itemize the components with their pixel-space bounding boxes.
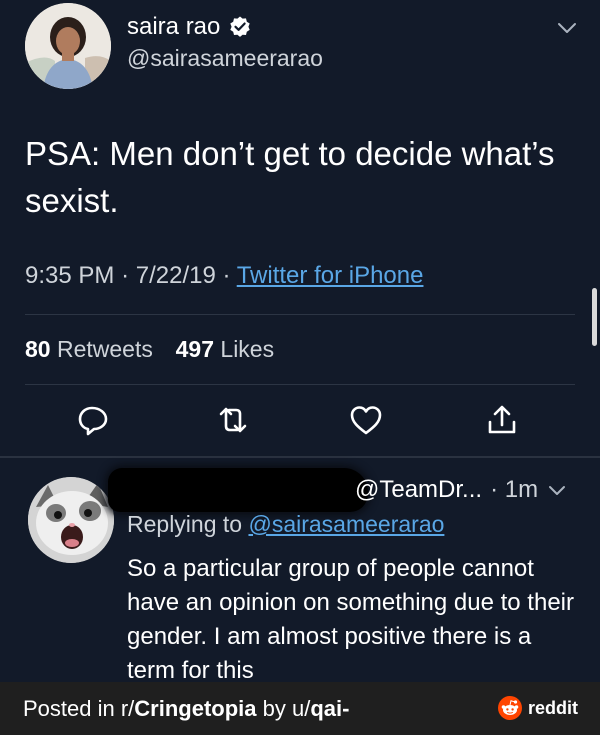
thread-separator (0, 456, 600, 458)
reply-avatar[interactable] (28, 477, 114, 563)
redacted-name (108, 468, 368, 512)
reddit-logo: reddit (497, 696, 578, 720)
tweet-text: PSA: Men don’t get to decide what’s sexi… (25, 135, 555, 219)
author-name[interactable]: saira rao (127, 13, 220, 41)
retweets-stat[interactable]: 80 Retweets (25, 336, 153, 362)
likes-stat[interactable]: 497 Likes (176, 336, 274, 362)
reply-text: So a particular group of people cannot h… (127, 555, 574, 684)
tweet-stats: 80 Retweets 497 Likes (25, 336, 274, 363)
reddit-wordmark: reddit (527, 697, 578, 718)
reply-icon[interactable] (75, 402, 111, 438)
author-handle[interactable]: @sairasameerarao (127, 45, 323, 72)
replying-mention-link[interactable]: @sairasameerarao (248, 511, 444, 537)
tweet-time: 9:35 PM (25, 262, 115, 289)
retweet-icon[interactable] (215, 402, 251, 438)
footer-middle: by u/ (256, 695, 311, 721)
retweets-label: Retweets (56, 336, 153, 362)
chevron-down-icon[interactable] (548, 484, 566, 496)
tweet-source-link[interactable]: Twitter for iPhone (237, 262, 424, 289)
like-icon[interactable] (348, 402, 384, 438)
verified-badge-icon (230, 16, 251, 37)
tweet-meta: 9:35 PM · 7/22/19 · Twitter for iPhone (25, 262, 423, 290)
retweets-count: 80 (25, 336, 51, 362)
subreddit-name[interactable]: Cringetopia (134, 696, 256, 721)
tweet-date: 7/22/19 (135, 262, 216, 289)
reddit-alien-icon (497, 696, 522, 720)
replying-prefix: Replying to (127, 511, 243, 537)
divider (25, 314, 575, 315)
reddit-footer: Posted in r/Cringetopia by u/qai- reddit (0, 682, 600, 735)
main-tweet: saira rao @sairasameerarao PSA: Men don’… (0, 0, 600, 460)
author-avatar[interactable] (25, 3, 111, 89)
reply-time: · 1m (490, 476, 539, 503)
share-icon[interactable] (484, 402, 520, 438)
username[interactable]: qai- (310, 696, 349, 721)
footer-caption: Posted in r/Cringetopia by u/qai- (23, 696, 349, 722)
meta-separator: · (121, 262, 136, 289)
tweet-actions (0, 402, 600, 442)
scrollbar[interactable] (592, 288, 597, 346)
chevron-down-icon[interactable] (556, 20, 578, 36)
meta-separator: · (222, 262, 237, 289)
footer-prefix: Posted in r/ (23, 695, 135, 721)
likes-label: Likes (220, 336, 275, 362)
divider (25, 384, 575, 385)
reply-tweet: @TeamDr... · 1m Replying to @sairasameer… (0, 460, 600, 684)
reply-time-value: 1m (504, 476, 539, 503)
replying-to: Replying to @sairasameerarao (127, 511, 444, 538)
reply-handle[interactable]: @TeamDr... (355, 476, 482, 504)
likes-count: 497 (175, 336, 215, 362)
reply-header: @TeamDr... · 1m (355, 476, 566, 504)
